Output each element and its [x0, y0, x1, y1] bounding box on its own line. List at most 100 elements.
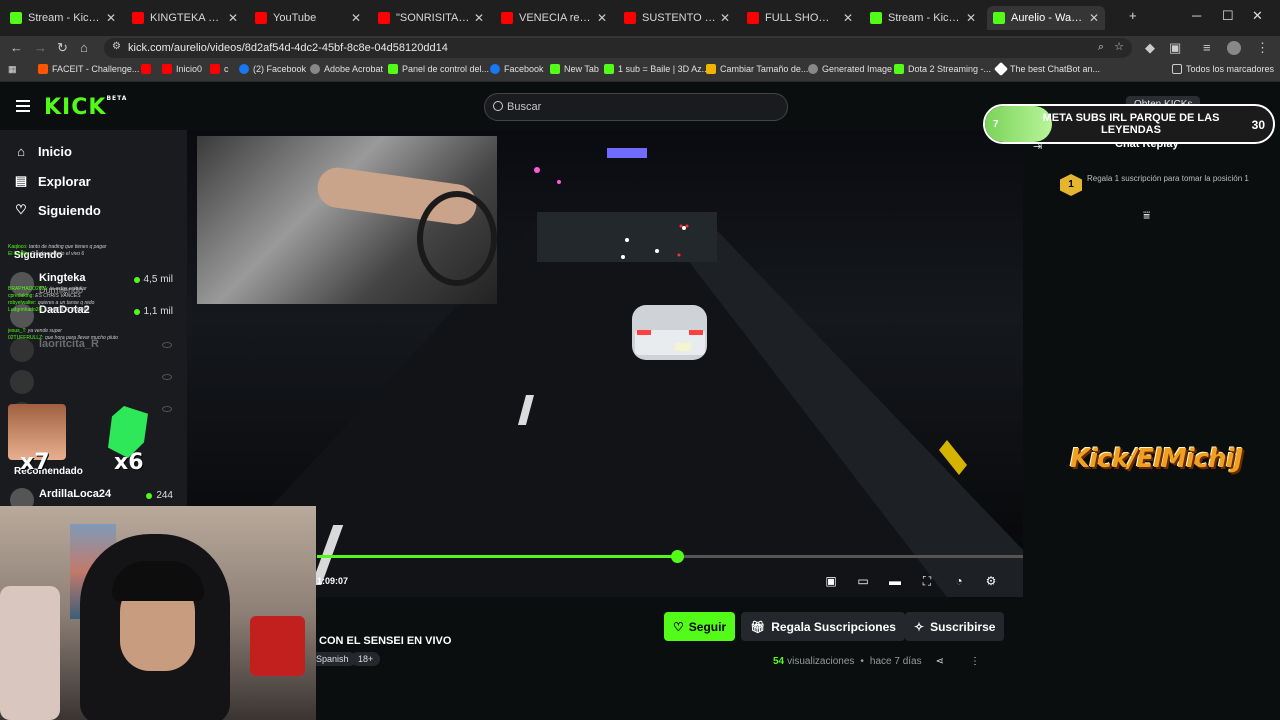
bookmark-item[interactable]: New Tab: [550, 64, 599, 74]
nav-label: Inicio: [38, 144, 72, 159]
search-icon: [493, 101, 503, 111]
zoom-icon[interactable]: ⌕: [1098, 41, 1104, 54]
bookmark-item[interactable]: Dota 2 Streaming -...: [894, 64, 991, 74]
emote-overlay: x7 x6: [8, 404, 178, 480]
kick-favicon-icon: [388, 64, 398, 74]
bookmark-star-icon[interactable]: ☆: [1114, 40, 1124, 53]
wide-icon[interactable]: ▬: [888, 574, 902, 588]
subscribe-label: Suscribirse: [930, 619, 996, 634]
search-input[interactable]: Buscar: [484, 93, 788, 121]
tab-1[interactable]: Stream - Kick Dashbo ✕: [4, 6, 122, 30]
close-tab-icon[interactable]: ✕: [1089, 11, 1099, 25]
tab-title: Stream - Kick Dashbo: [28, 12, 102, 24]
back-icon[interactable]: ←: [10, 40, 23, 55]
overlay-chat-line: robyelwalter: quieres a un tanse q redo: [8, 300, 120, 307]
sidebar-item-siguiendo[interactable]: ♡ Siguiendo: [14, 202, 101, 218]
tab-6[interactable]: SUSTENTO Y PEP ✕: [618, 6, 736, 30]
kick-handle-overlay: Kick/ElMichiJ: [1070, 444, 1243, 474]
steering-wheel-icon: [417, 191, 497, 286]
settings-icon[interactable]: ⚙: [984, 574, 998, 588]
age-tag[interactable]: 18+: [351, 652, 381, 666]
tab-8[interactable]: Stream - Kick Dashbo ✕: [864, 6, 982, 30]
bookmark-item[interactable]: c: [210, 64, 229, 74]
facebook-icon: [490, 64, 500, 74]
bookmark-label: New Tab: [564, 64, 599, 74]
close-tab-icon[interactable]: ✕: [843, 11, 853, 25]
bookmark-item[interactable]: Generated Image: [808, 64, 892, 74]
offline-eye-icon: [162, 374, 172, 380]
media-icon[interactable]: ≡: [1203, 40, 1211, 55]
sidebar-item-inicio[interactable]: ⌂ Inicio: [14, 144, 72, 159]
tab-5[interactable]: VENECIA respond ✕: [495, 6, 613, 30]
bookmark-label: Adobe Acrobat: [324, 64, 384, 74]
close-window-icon[interactable]: ✕: [1252, 8, 1263, 24]
profile-avatar[interactable]: [1227, 41, 1241, 55]
chat-pin-icon[interactable]: ⩸: [1143, 208, 1150, 223]
nav-label: Explorar: [38, 173, 91, 189]
new-tab-button[interactable]: +: [1129, 8, 1137, 23]
maximize-icon[interactable]: ☐: [1222, 8, 1234, 24]
tab-9-active[interactable]: Aurelio - Watch the V ✕: [987, 6, 1105, 30]
chat-user: 02TUFFRULLZ:: [8, 335, 44, 341]
subscribe-button[interactable]: ✧ Suscribirse: [905, 612, 1005, 641]
close-tab-icon[interactable]: ✕: [106, 11, 116, 25]
hamburger-menu-icon[interactable]: [16, 100, 30, 115]
kick-favicon-icon: [993, 12, 1005, 24]
more-options-icon[interactable]: ⋮: [970, 656, 980, 667]
red-light-shape: [250, 616, 305, 676]
goal-current: 7: [993, 119, 999, 130]
bookmark-item[interactable]: The best ChatBot an...: [993, 61, 1100, 77]
fullscreen-icon[interactable]: ⛶: [920, 574, 934, 588]
gift-subs-button[interactable]: 🎁︎ Regala Suscripciones: [741, 612, 905, 641]
views-label: visualizaciones: [787, 656, 855, 667]
follow-button[interactable]: ♡ Seguir: [664, 612, 736, 641]
forward-icon[interactable]: →: [34, 40, 47, 55]
close-tab-icon[interactable]: ✕: [351, 11, 361, 25]
bookmark-label: Cambiar Tamaño de...: [720, 64, 809, 74]
url-input[interactable]: ⚙ kick.com/aurelio/videos/8d2af54d-4dc2-…: [104, 38, 1132, 58]
all-bookmarks-folder[interactable]: Todos los marcadores: [1172, 64, 1274, 74]
speed-icon[interactable]: ◔: [952, 574, 966, 588]
seek-bar[interactable]: [317, 550, 1023, 563]
folder-icon: [1172, 64, 1182, 74]
theater-icon[interactable]: ▭: [856, 574, 870, 588]
home-icon[interactable]: ⌂: [80, 40, 88, 55]
sidebar-item-explorar[interactable]: ▤ Explorar: [14, 173, 91, 189]
bookmark-item[interactable]: [141, 64, 155, 74]
reload-icon[interactable]: ↻: [57, 40, 68, 56]
heart-icon: ♡: [673, 619, 684, 634]
bookmark-item[interactable]: Panel de control del...: [388, 64, 489, 74]
tab-2[interactable]: KINGTEKA FURIO ✕: [126, 6, 244, 30]
nav-label: Siguiendo: [38, 202, 101, 218]
mini-player-icon[interactable]: ▣: [824, 574, 838, 588]
extension-icon[interactable]: ◆: [1145, 40, 1155, 56]
apps-grid-icon[interactable]: ▦: [8, 64, 17, 75]
site-info-icon[interactable]: ⚙: [112, 41, 121, 52]
tab-7[interactable]: FULL SHOW KI ✕: [741, 6, 859, 30]
bookmark-item[interactable]: (2) Facebook: [239, 64, 306, 74]
minimize-icon[interactable]: ─: [1192, 8, 1201, 23]
close-tab-icon[interactable]: ✕: [720, 11, 730, 25]
kick-logo[interactable]: KICKBETA: [44, 95, 127, 120]
bookmark-item[interactable]: FACEIT - Challenge...: [38, 64, 139, 74]
bookmark-item[interactable]: Inicio0: [162, 64, 202, 74]
bookmark-item[interactable]: 1 sub = Baile | 3D Az...: [604, 64, 709, 74]
bookmark-item[interactable]: Facebook: [490, 64, 544, 74]
close-tab-icon[interactable]: ✕: [966, 11, 976, 25]
extensions-puzzle-icon[interactable]: ▣: [1169, 40, 1181, 56]
published-ago: hace 7 días: [869, 656, 922, 667]
viewer-count: 244: [146, 490, 173, 501]
globe-icon: [808, 64, 818, 74]
close-tab-icon[interactable]: ✕: [474, 11, 484, 25]
bookmark-item[interactable]: Adobe Acrobat: [310, 64, 383, 74]
tab-3[interactable]: YouTube ✕: [249, 6, 367, 30]
share-icon[interactable]: ⋖: [936, 656, 944, 667]
seek-handle[interactable]: [671, 550, 685, 563]
tab-4[interactable]: "SONRISITAS Y PEPITA ✕: [372, 6, 490, 30]
viewer-count: 4,5 mil: [133, 274, 173, 285]
chat-text: tanto de trading que tienes q pagar: [28, 244, 107, 250]
close-tab-icon[interactable]: ✕: [597, 11, 607, 25]
bookmark-item[interactable]: Cambiar Tamaño de...: [706, 64, 808, 74]
close-tab-icon[interactable]: ✕: [228, 11, 238, 25]
menu-kebab-icon[interactable]: ⋮: [1256, 40, 1269, 56]
